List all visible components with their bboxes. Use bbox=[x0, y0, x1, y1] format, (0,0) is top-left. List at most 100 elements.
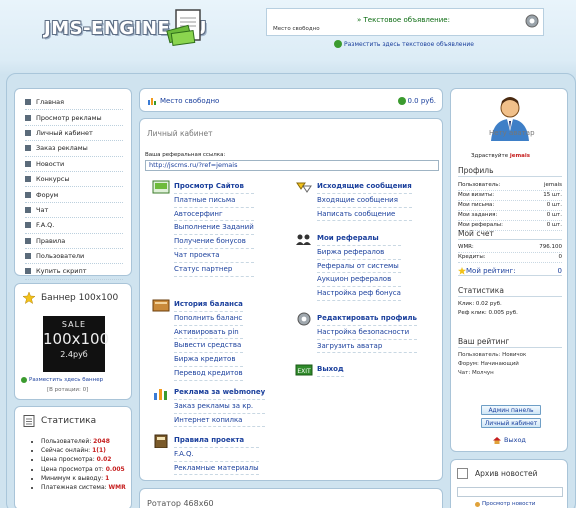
cabinet-link[interactable]: Правила проекта bbox=[174, 434, 259, 448]
menu-item-label: Личный кабинет bbox=[36, 128, 93, 137]
cabinet-link[interactable]: Платные письма bbox=[174, 194, 254, 208]
ad-title: » Текстовое объявление: bbox=[357, 16, 450, 24]
cabinet-link[interactable]: Получение бонусов bbox=[174, 235, 254, 249]
menu-item-label: Просмотр рекламы bbox=[36, 113, 102, 122]
view-news-link[interactable]: Просмотр новости bbox=[475, 501, 535, 507]
cabinet-title: Личный кабинет bbox=[147, 129, 213, 138]
menu-item[interactable]: Купить скрипт bbox=[25, 264, 123, 280]
cabinet-link[interactable]: Загрузить аватар bbox=[317, 340, 417, 354]
cabinet-link[interactable]: Написать сообщение bbox=[317, 208, 412, 222]
text-ad-box[interactable]: Место свободно » Текстовое объявление: bbox=[266, 8, 544, 36]
ref-link-field[interactable]: http://jscms.ru/?ref=jemais bbox=[145, 160, 439, 171]
place-banner-link[interactable]: Разместить здесь баннер bbox=[21, 377, 103, 383]
cabinet-link[interactable]: Аукцион рефералов bbox=[317, 273, 401, 288]
cabinet-link[interactable]: Пополнить баланс bbox=[174, 312, 243, 326]
menu-bullet-icon bbox=[25, 191, 31, 198]
menu-item[interactable]: Чат bbox=[25, 203, 123, 219]
cabinet-link[interactable]: Выполнение Заданий bbox=[174, 221, 254, 236]
cabinet-link[interactable]: Реклама за webmoney bbox=[174, 386, 266, 400]
calendar-icon bbox=[457, 468, 468, 479]
cabinet-link[interactable]: Выход bbox=[317, 363, 344, 377]
cabinet-link[interactable]: История баланса bbox=[174, 298, 243, 312]
cabinet-link[interactable]: Входящие сообщения bbox=[317, 194, 412, 208]
cabinet-link[interactable]: Заказ рекламы за кр. bbox=[174, 400, 266, 414]
profile-row: Мои визиты: 15 шт. bbox=[458, 191, 562, 201]
pin-icon bbox=[475, 501, 480, 507]
cabinet-link[interactable]: Настройка безопасности bbox=[317, 326, 417, 340]
banner-title: Баннер 100x100 bbox=[23, 292, 118, 304]
menu-bullet-icon bbox=[25, 176, 31, 183]
profile-heading: Профиль bbox=[458, 166, 562, 177]
counter-bar: Место свободно 0.0 руб. bbox=[139, 88, 443, 112]
plus-icon bbox=[397, 97, 406, 105]
menu-bullet-icon bbox=[25, 253, 31, 260]
cabinet-link[interactable]: Перевод кредитов bbox=[174, 367, 243, 381]
admin-panel-button[interactable]: Админ панель bbox=[481, 405, 541, 415]
star-icon bbox=[458, 267, 466, 275]
menu-item[interactable]: Форум bbox=[25, 187, 123, 203]
cabinet-link[interactable]: Мои рефералы bbox=[317, 232, 401, 246]
cabinet-link[interactable]: Биржа рефералов bbox=[317, 246, 401, 260]
status-heading: Ваш рейтинг bbox=[458, 337, 562, 348]
cabinet-link[interactable]: Рекламные материалы bbox=[174, 462, 259, 476]
cabinet-link[interactable]: F.A.Q. bbox=[174, 448, 259, 462]
profile-panel: Нету аватар Здраствуйте jemais Профиль П… bbox=[450, 88, 568, 452]
cabinet-link[interactable]: Настройка реф бонуса bbox=[317, 287, 401, 301]
profile-row: Мои письма: 0 шт. bbox=[458, 201, 562, 211]
history-icon bbox=[152, 299, 170, 312]
menu-bullet-icon bbox=[25, 114, 31, 121]
menu-item[interactable]: Пользователи bbox=[25, 249, 123, 265]
banner-100x100[interactable]: SALE 100x100 2.4руб bbox=[43, 316, 109, 372]
menu-item[interactable]: Заказ рекламы bbox=[25, 141, 123, 157]
menu-item-label: Форум bbox=[36, 190, 59, 199]
menu-bullet-icon bbox=[25, 145, 31, 152]
username: jemais bbox=[509, 153, 531, 159]
star-icon bbox=[23, 292, 35, 304]
banner-rotation: [В ротации: 0] bbox=[47, 387, 89, 393]
ad-free-label: Место свободно bbox=[273, 26, 320, 32]
cabinet-link[interactable]: Автосерфинг bbox=[174, 208, 254, 222]
home-icon bbox=[493, 436, 501, 444]
cabinet-link[interactable]: Активировать pin bbox=[174, 326, 243, 340]
menu-bullet-icon bbox=[25, 268, 31, 275]
menu-item[interactable]: Просмотр рекламы bbox=[25, 110, 123, 126]
personal-cabinet-button[interactable]: Личный кабинет bbox=[481, 418, 541, 428]
place-text-ad-text: Разместить здесь текстовое объявление bbox=[344, 40, 474, 48]
cabinet-link[interactable]: Редактировать профиль bbox=[317, 312, 417, 326]
stats-title: Статистика bbox=[23, 415, 96, 427]
ref-link-label: Ваша реферальная ссылка: bbox=[145, 152, 226, 158]
place-text-ad-link[interactable]: Разместить здесь текстовое объявление bbox=[334, 40, 474, 48]
cabinet-link[interactable]: Просмотр Сайтов bbox=[174, 180, 254, 194]
account-heading: Мой счет bbox=[458, 229, 562, 240]
stat-item: Цена просмотра от: 0.005 bbox=[41, 465, 126, 474]
account-row: Кредиты: 0 bbox=[458, 253, 562, 263]
cabinet-link[interactable]: Статус партнер bbox=[174, 263, 254, 277]
menu-item-label: Пользователи bbox=[36, 252, 85, 261]
menu-item[interactable]: Новости bbox=[25, 157, 123, 172]
bar-chart-icon bbox=[148, 98, 156, 105]
stat-lines: Клик: 0.02 руб. Реф клик: 0.005 руб. bbox=[458, 301, 518, 316]
menu-item[interactable]: Главная bbox=[25, 95, 123, 111]
no-avatar-label: Нету аватар bbox=[489, 129, 535, 137]
logout-link[interactable]: Выход bbox=[493, 436, 526, 444]
cabinet-link[interactable]: Рефералы от системы bbox=[317, 260, 401, 274]
archive-select[interactable] bbox=[457, 487, 563, 497]
cabinet-link[interactable]: Исходящие сообщения bbox=[317, 180, 412, 194]
menu-item[interactable]: F.A.Q. bbox=[25, 218, 123, 234]
menu-item-label: Правила bbox=[36, 236, 66, 245]
menu-item-label: F.A.Q. bbox=[36, 221, 55, 230]
cabinet-link[interactable]: Интернет копилка bbox=[174, 414, 266, 428]
menu-bullet-icon bbox=[25, 206, 31, 213]
cabinet-link[interactable]: Вывести средства bbox=[174, 339, 243, 354]
svg-text:EXIT: EXIT bbox=[297, 368, 311, 375]
balance-link[interactable]: 0.0 руб. bbox=[397, 97, 436, 105]
cabinet-link[interactable]: Чат проекта bbox=[174, 249, 254, 263]
cabinet-link[interactable]: Биржа кредитов bbox=[174, 353, 243, 367]
menu-item[interactable]: Правила bbox=[25, 234, 123, 249]
counter-link[interactable]: Место свободно bbox=[148, 97, 219, 105]
menu-bullet-icon bbox=[25, 160, 31, 167]
menu-item[interactable]: Конкурсы bbox=[25, 172, 123, 188]
menu-item[interactable]: Личный кабинет bbox=[25, 126, 123, 142]
gear-icon bbox=[525, 14, 539, 28]
notepad-money-icon bbox=[166, 9, 201, 47]
